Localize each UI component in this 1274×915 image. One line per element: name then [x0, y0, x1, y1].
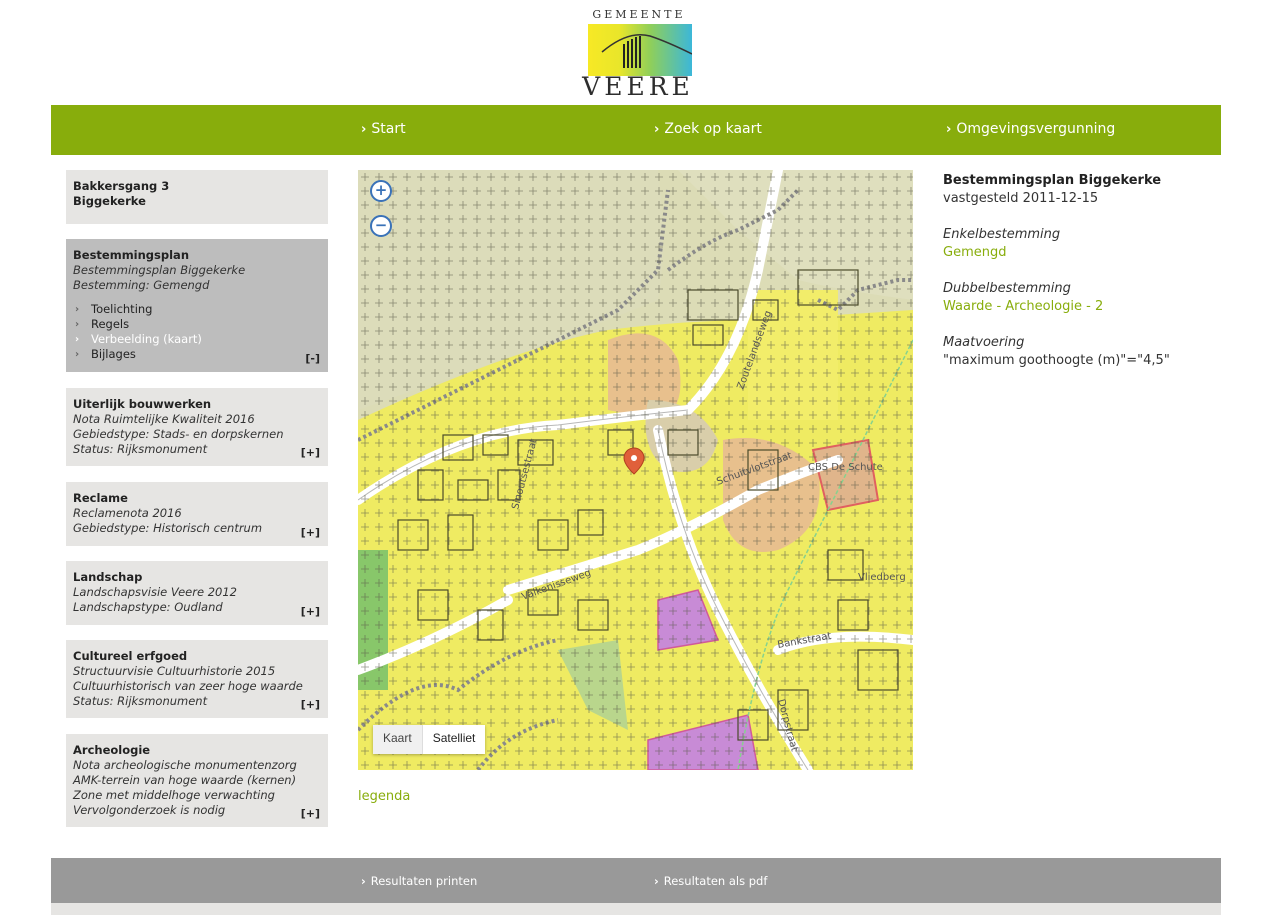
chevron-right-icon: › — [75, 319, 80, 330]
dubbelbestemming-value: Waarde - Archeologie - 2 — [943, 299, 1104, 314]
chevron-right-icon: › — [654, 874, 659, 888]
print-results-label: Resultaten printen — [370, 874, 478, 888]
collapse-toggle[interactable]: [-] — [305, 351, 320, 366]
street-label-vliedberg: Vliedberg — [858, 572, 906, 583]
archeologie-line3: Zone met middelhoge verwachting — [73, 788, 275, 802]
link-label: Verbeelding (kaart) — [91, 332, 202, 346]
nav-omgeving-label: Omgevingsvergunning — [956, 121, 1116, 137]
link-bijlages[interactable]: › Bijlages — [73, 347, 321, 362]
cultureel-title: Cultureel erfgoed — [73, 649, 188, 663]
chevron-right-icon: › — [361, 121, 367, 137]
link-label: Toelichting — [91, 302, 153, 316]
nav-omgevingsvergunning[interactable]: › Omgevingsvergunning — [946, 121, 1115, 137]
zoom-in-icon[interactable]: + — [370, 180, 392, 202]
nav-start-label: Start — [371, 121, 406, 137]
bestemmingsplan-line2: Bestemming: Gemengd — [73, 278, 210, 292]
archeologie-line4: Vervolgonderzoek is nodig — [73, 803, 226, 817]
zoning-map[interactable]: Sinoutsestraat Valkenisseweg Dorpstraat … — [358, 170, 913, 770]
expand-toggle[interactable]: [+] — [301, 806, 320, 821]
link-toelichting[interactable]: › Toelichting — [73, 302, 321, 317]
nav-start[interactable]: › Start — [361, 121, 406, 137]
archeologie-line2: AMK-terrein van hoge waarde (kernen) — [73, 773, 297, 787]
address-box: Bakkersgang 3 Biggekerke — [66, 170, 328, 224]
nav-zoek-op-kaart[interactable]: › Zoek op kaart — [654, 121, 762, 137]
bestemmingsplan-box: Bestemmingsplan Bestemmingsplan Biggeker… — [66, 239, 328, 372]
uiterlijk-line1: Nota Ruimtelijke Kwaliteit 2016 — [73, 412, 255, 426]
map-type-kaart-button[interactable]: Kaart — [373, 725, 423, 754]
print-results-button[interactable]: › Resultaten printen — [361, 874, 477, 888]
bestemmingsplan-line1: Bestemmingsplan Biggekerke — [73, 263, 246, 277]
link-label: Regels — [91, 317, 130, 331]
landschap-line2: Landschapstype: Oudland — [73, 600, 223, 614]
landschap-title: Landschap — [73, 570, 143, 584]
address-street: Bakkersgang 3 — [73, 179, 170, 193]
chevron-right-icon: › — [946, 121, 952, 137]
cultureel-line1: Structuurvisie Cultuurhistorie 2015 — [73, 664, 276, 678]
expand-toggle[interactable]: [+] — [301, 604, 320, 619]
expand-toggle[interactable]: [+] — [301, 697, 320, 712]
landschap-box: Landschap Landschapsvisie Veere 2012 Lan… — [66, 561, 328, 625]
cultureel-line2: Cultuurhistorisch van zeer hoge waarde — [73, 679, 303, 693]
zoom-out-icon[interactable]: − — [370, 215, 392, 237]
plan-title: Bestemmingsplan Biggekerke — [943, 173, 1162, 188]
logo-bottom-text: VEERE — [582, 72, 694, 101]
chevron-right-icon: › — [361, 874, 366, 888]
maatvoering-label: Maatvoering — [943, 335, 1025, 350]
expand-toggle[interactable]: [+] — [301, 525, 320, 540]
link-verbeelding[interactable]: › Verbeelding (kaart) — [73, 332, 321, 347]
reclame-line2: Gebiedstype: Historisch centrum — [73, 521, 263, 535]
cultureel-erfgoed-box: Cultureel erfgoed Structuurvisie Cultuur… — [66, 640, 328, 718]
reclame-box: Reclame Reclamenota 2016 Gebiedstype: Hi… — [66, 482, 328, 546]
chevron-right-icon: › — [654, 121, 660, 137]
nav-zoek-label: Zoek op kaart — [664, 121, 762, 137]
archeologie-line1: Nota archeologische monumentenzorg — [73, 758, 297, 772]
plan-status: vastgesteld 2011-12-15 — [943, 191, 1099, 206]
legenda-link[interactable]: legenda — [358, 789, 410, 804]
map-canvas[interactable]: Sinoutsestraat Valkenisseweg Dorpstraat … — [358, 170, 913, 770]
map-label-cbs-de-schute: CBS De Schute — [808, 462, 883, 473]
gemeente-veere-logo: GEMEENTE VEERE — [582, 8, 694, 101]
link-label: Bijlages — [91, 347, 136, 361]
plan-info-panel: Bestemmingsplan Biggekerke vastgesteld 2… — [943, 172, 1243, 370]
main-navigation: › Start › Zoek op kaart › Omgevingsvergu… — [51, 105, 1221, 155]
reclame-title: Reclame — [73, 491, 128, 505]
map-type-control: Kaart Satelliet — [373, 725, 486, 754]
dubbelbestemming-label: Dubbelbestemming — [943, 281, 1071, 296]
archeologie-title: Archeologie — [73, 743, 151, 757]
landschap-line1: Landschapsvisie Veere 2012 — [73, 585, 237, 599]
uiterlijk-line3: Status: Rijksmonument — [73, 442, 208, 456]
chevron-right-icon: › — [75, 349, 80, 360]
bestemmingsplan-title: Bestemmingsplan — [73, 248, 189, 262]
footer-bottom-bar — [51, 903, 1221, 915]
uiterlijk-title: Uiterlijk bouwwerken — [73, 397, 212, 411]
enkelbestemming-label: Enkelbestemming — [943, 227, 1061, 242]
logo-emblem — [588, 24, 693, 76]
address-town: Biggekerke — [73, 194, 146, 208]
pdf-results-label: Resultaten als pdf — [663, 874, 768, 888]
expand-toggle[interactable]: [+] — [301, 445, 320, 460]
cultureel-line3: Status: Rijksmonument — [73, 694, 208, 708]
chevron-right-icon: › — [75, 304, 80, 315]
uiterlijk-box: Uiterlijk bouwwerken Nota Ruimtelijke Kw… — [66, 388, 328, 466]
enkelbestemming-value: Gemengd — [943, 245, 1007, 260]
archeologie-box: Archeologie Nota archeologische monument… — [66, 734, 328, 827]
pdf-results-button[interactable]: › Resultaten als pdf — [654, 874, 767, 888]
uiterlijk-line2: Gebiedstype: Stads- en dorpskernen — [73, 427, 284, 441]
chevron-right-icon: › — [75, 334, 80, 345]
maatvoering-value: "maximum goothoogte (m)"="4,5" — [943, 353, 1170, 368]
results-footer: › Resultaten printen › Resultaten als pd… — [51, 858, 1221, 903]
reclame-line1: Reclamenota 2016 — [73, 506, 182, 520]
link-regels[interactable]: › Regels — [73, 317, 321, 332]
bestemmingsplan-links: › Toelichting › Regels › Verbeelding (kaart… — [73, 302, 321, 362]
logo-top-text: GEMEENTE — [592, 8, 686, 21]
map-type-satelliet-button[interactable]: Satelliet — [423, 725, 486, 754]
